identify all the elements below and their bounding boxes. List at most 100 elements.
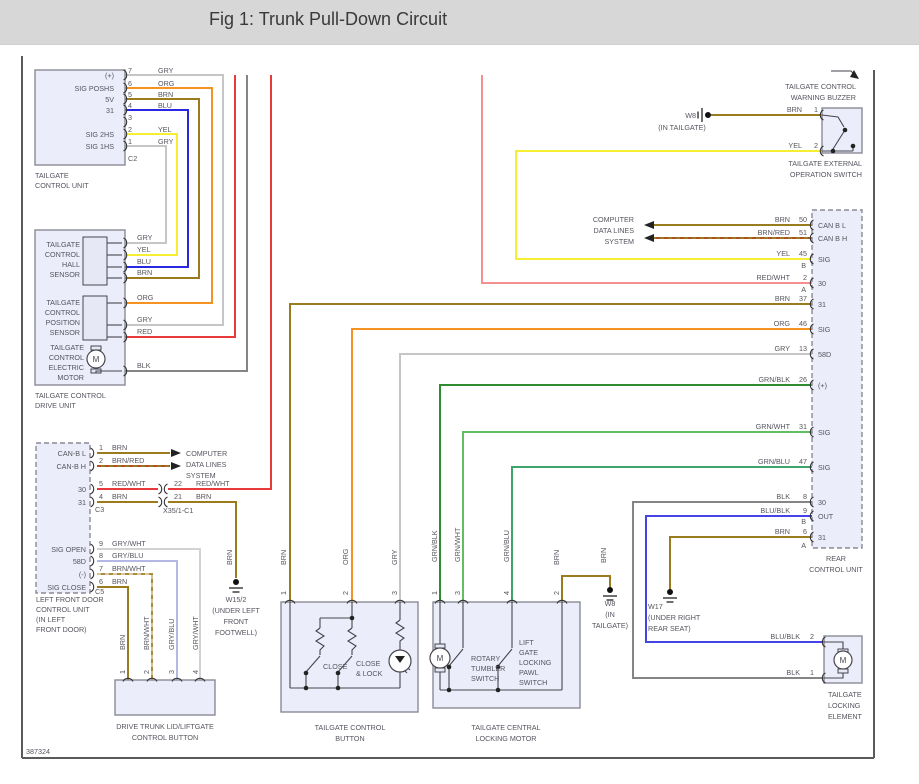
diagram-label: SIG [818, 428, 831, 437]
diagram-label: BRN [599, 548, 608, 563]
diagram-label: (IN TAILGATE) [658, 123, 706, 132]
diagram-label: REAR SEAT) [648, 624, 691, 633]
diagram-label: 1 [430, 591, 439, 595]
diagram-label: BRN [775, 294, 790, 303]
diagram-label: 58D [73, 557, 86, 566]
diagram-label: 45 [799, 249, 807, 258]
diagram-label: GRY/BLU [167, 619, 176, 650]
btn-junction-dot [349, 615, 355, 621]
diagram-label: COMPUTER [593, 215, 634, 224]
diagram-label: BLU/BLK [770, 632, 800, 641]
diagram-label: 30 [78, 485, 86, 494]
diagram-label: ORG [158, 79, 175, 88]
diagram-label: 31 [818, 300, 826, 309]
diagram-label: TAILGATE [828, 690, 862, 699]
diagram-label: FRONT [224, 617, 249, 626]
diagram-label: GRN/BLU [502, 530, 511, 562]
ground-w8-top-dot [705, 112, 711, 118]
figure-title-bar: Fig 1: Trunk Pull-Down Circuit [0, 0, 919, 45]
diagram-label: DRIVE TRUNK LID/LIFTGATE [116, 722, 214, 731]
diagram-label: TAILGATE) [592, 621, 628, 630]
drive-motor-terminal-top [90, 345, 102, 351]
diagram-label: (IN LEFT [36, 615, 66, 624]
diagram-label: CONTROL UNIT [36, 605, 90, 614]
diagram-label: (UNDER RIGHT [648, 613, 701, 622]
diagram-label: DATA LINES [594, 226, 635, 235]
diagram-label: PAWL [519, 668, 539, 677]
diagram-label: BRN [112, 443, 127, 452]
position-sensor-box [82, 295, 108, 341]
pin-arc [90, 555, 95, 567]
diagram-label: BRN/RED [112, 456, 144, 465]
diagram-label: 26 [799, 375, 807, 384]
diagram-label: BRN [112, 577, 127, 586]
diagram-label: GRN/BLK [430, 530, 439, 562]
diagram-label: REAR [826, 554, 846, 563]
diagram-label: SIG [818, 325, 831, 334]
sw-left-dot [830, 148, 836, 154]
wire-org-46 [351, 328, 812, 602]
diagram-label: BRN [112, 492, 127, 501]
diagram-label: CONTROL [45, 250, 80, 259]
diagram-label: 1 [99, 443, 103, 452]
pin-arc [90, 581, 95, 593]
diagram-label: GRY [137, 315, 153, 324]
wire-grnblu-47 [511, 466, 812, 602]
diagram-label: CAN-B L [58, 449, 86, 458]
pin-arc [90, 496, 95, 508]
diagram-label: HALL [62, 260, 80, 269]
diagram-label: BLU [158, 101, 172, 110]
diagram-label: SIG CLOSE [47, 583, 86, 592]
diagram-label: DRIVE UNIT [35, 401, 76, 410]
diagram-label: 31 [818, 533, 826, 542]
diagram-label: CONTROL [49, 353, 84, 362]
diagram-label: C3 [95, 505, 104, 514]
diagram-label: 31 [78, 498, 86, 507]
diagram-label: TAILGATE [46, 240, 80, 249]
diagram-label: CAN B H [818, 234, 847, 243]
diagram-label: SIG POSHS [74, 84, 114, 93]
diagram-label: SENSOR [50, 328, 80, 337]
diagram-label: GRY/BLU [112, 551, 143, 560]
pin-arc [90, 460, 95, 472]
diagram-label: BLK [776, 492, 790, 501]
diagram-label: SWITCH [519, 678, 547, 687]
diagram-label: 7 [128, 66, 132, 75]
figure-title: Fig 1: Trunk Pull-Down Circuit [209, 9, 448, 29]
diagram-label: W8 [605, 599, 616, 608]
locking-motor-circle-label: M [437, 654, 444, 663]
diagram-label: ORG [341, 548, 350, 565]
wire-gry-plus [125, 74, 224, 326]
diagram-label: 5 [128, 90, 132, 99]
diagram-label: TAILGATE CENTRAL [471, 723, 540, 732]
diagram-label: SENSOR [50, 270, 80, 279]
diagram-label: ELEMENT [828, 712, 863, 721]
diagram-label: BRN/RED [758, 228, 790, 237]
arrow-computer-left-1 [171, 449, 181, 457]
diagram-label: W17 [648, 602, 663, 611]
diagram-label: SIG [818, 255, 831, 264]
tailgate-external-operation-switch-box [821, 107, 863, 154]
diagram-label: GRY [137, 233, 153, 242]
diagram-label: BRN [118, 635, 127, 650]
diagram-label: BRN [158, 90, 173, 99]
arrow-computer-right-2 [644, 234, 654, 242]
diagram-label: BRN [787, 105, 802, 114]
diagram-label: 2 [814, 141, 818, 150]
diagram-label: 4 [502, 591, 511, 595]
diagram-label: 1 [279, 591, 288, 595]
wire-blk-8 [632, 501, 824, 679]
diagram-label: FRONT DOOR) [36, 625, 87, 634]
diagram-label: 5V [105, 95, 114, 104]
btn-bus-dot2 [335, 685, 341, 691]
pin-arc [163, 483, 168, 495]
diagram-label: 13 [799, 344, 807, 353]
wire-brn-37 [289, 303, 812, 602]
diagram-label: BRN [775, 215, 790, 224]
diagram-label: BRN [775, 527, 790, 536]
arrow-computer-left-2 [171, 462, 181, 470]
diagram-label: 2 [803, 273, 807, 282]
diagram-label: TAILGATE [50, 343, 84, 352]
diagram-label: CAN B L [818, 221, 846, 230]
diagram-label: 6 [99, 577, 103, 586]
